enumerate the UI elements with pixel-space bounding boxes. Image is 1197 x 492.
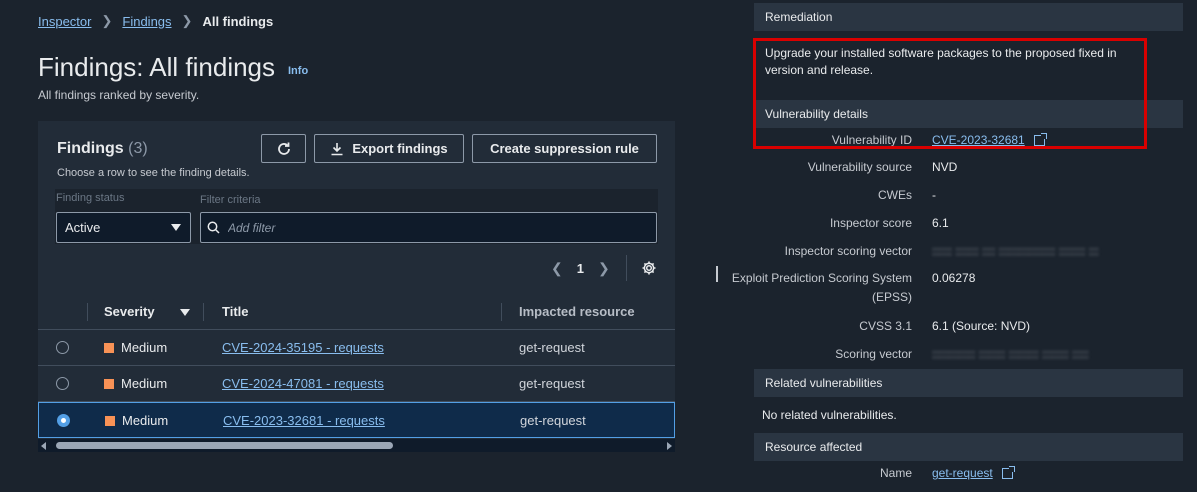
inspector-scoring-vector-label: Inspector scoring vector <box>784 244 912 258</box>
scroll-right-icon[interactable] <box>667 442 672 450</box>
finding-title-link[interactable]: CVE-2024-35195 - requests <box>222 340 384 355</box>
resource-name-link[interactable]: get-request <box>932 466 993 480</box>
resource-name-label: Name <box>879 466 912 480</box>
findings-count: (3) <box>128 140 148 157</box>
resource-affected-header: Resource affected <box>754 433 1183 461</box>
column-divider <box>87 303 88 321</box>
page-number[interactable]: 1 <box>577 261 584 276</box>
vulnerability-source-value: NVD <box>932 160 958 174</box>
horizontal-scrollbar[interactable] <box>38 439 675 452</box>
scoring-vector-value-redacted: ::::::::::::: :::::::: ::::::::: :::::::… <box>932 347 1089 361</box>
export-findings-label: Export findings <box>352 141 448 156</box>
impacted-resource: get-request <box>520 413 586 428</box>
download-icon <box>331 142 343 155</box>
create-suppression-rule-label: Create suppression rule <box>490 141 639 156</box>
severity-label: Medium <box>121 376 168 391</box>
epss-value: 0.06278 <box>932 271 976 285</box>
finding-status-label: Finding status <box>56 192 125 204</box>
filter-input[interactable] <box>228 220 628 235</box>
table-row[interactable]: Medium CVE-2024-35195 - requests get-req… <box>38 330 675 366</box>
severity-label: Medium <box>122 413 169 428</box>
findings-heading: Findings (3) <box>57 140 148 158</box>
column-divider <box>501 303 502 321</box>
breadcrumb-current: All findings <box>202 13 274 29</box>
table-header-row: Severity Title Impacted resource <box>38 293 675 330</box>
chevron-right-icon[interactable]: ❯ <box>598 260 610 277</box>
epss-label: Exploit Prediction Scoring System (EPSS) <box>731 271 912 304</box>
findings-table-container: Findings (3) Choose a row to see the fin… <box>38 121 675 452</box>
impacted-resource: get-request <box>519 376 585 391</box>
table-row-selected[interactable]: Medium CVE-2023-32681 - requests get-req… <box>38 402 675 438</box>
row-radio[interactable] <box>56 377 69 390</box>
scrollbar-thumb[interactable] <box>56 442 393 449</box>
vulnerability-source-label: Vulnerability source <box>807 160 912 174</box>
chevron-left-icon[interactable]: ❮ <box>551 260 563 277</box>
breadcrumb-findings-link[interactable]: Findings <box>122 14 171 29</box>
chevron-right-icon: ❯ <box>101 13 113 28</box>
pagination: ❮ 1 ❯ <box>551 255 657 281</box>
filter-criteria-label: Filter criteria <box>200 194 261 206</box>
caret-down-icon <box>171 224 181 231</box>
pager-divider <box>625 255 627 281</box>
scroll-left-icon[interactable] <box>41 442 46 450</box>
filter-bar: Finding status Filter criteria Active <box>55 189 658 244</box>
external-link-icon[interactable] <box>1002 466 1016 480</box>
impacted-resource: get-request <box>519 340 585 355</box>
scoring-vector-label: Scoring vector <box>835 347 912 361</box>
severity-header[interactable]: Severity <box>104 304 155 319</box>
findings-heading-label: Findings <box>57 140 124 157</box>
findings-table: Severity Title Impacted resource Medium … <box>38 293 675 438</box>
findings-list-pane: Inspector ❯ Findings ❯ All findings Find… <box>0 0 710 492</box>
chevron-right-icon: ❯ <box>181 13 193 28</box>
title-header[interactable]: Title <box>222 304 249 319</box>
severity-medium-icon <box>104 343 114 353</box>
refresh-icon <box>277 142 290 155</box>
row-radio[interactable] <box>56 341 69 354</box>
refresh-button[interactable] <box>261 134 306 163</box>
inspector-scoring-vector-value-redacted: :::::: ::::::: :::: ::::::::::::::::: ::… <box>932 244 1099 258</box>
severity-label: Medium <box>121 340 168 355</box>
breadcrumb: Inspector ❯ Findings ❯ All findings <box>38 13 273 29</box>
page-title: Findings: All findings <box>38 52 276 82</box>
split-panel-resize-handle[interactable] <box>716 266 718 282</box>
finding-status-value: Active <box>65 220 101 235</box>
finding-title-link[interactable]: CVE-2024-47081 - requests <box>222 376 384 391</box>
search-icon <box>207 221 220 234</box>
finding-status-select[interactable]: Active <box>56 212 191 243</box>
row-radio-selected[interactable] <box>57 414 70 427</box>
resource-name-value: get-request <box>932 466 1016 480</box>
breadcrumb-inspector-link[interactable]: Inspector <box>38 14 91 29</box>
page-description: All findings ranked by severity. <box>38 88 200 102</box>
highlight-annotation-box <box>753 38 1147 149</box>
remediation-header: Remediation <box>754 3 1183 31</box>
table-row[interactable]: Medium CVE-2024-47081 - requests get-req… <box>38 366 675 402</box>
finding-title-link[interactable]: CVE-2023-32681 - requests <box>223 413 385 428</box>
create-suppression-rule-button[interactable]: Create suppression rule <box>472 134 657 163</box>
severity-medium-icon <box>105 416 115 426</box>
inspector-score-label: Inspector score <box>829 216 912 230</box>
column-divider <box>203 303 204 321</box>
severity-medium-icon <box>104 379 114 389</box>
impacted-resource-header[interactable]: Impacted resource <box>519 304 635 319</box>
export-findings-button[interactable]: Export findings <box>314 134 464 163</box>
cvss-label: CVSS 3.1 <box>859 319 912 333</box>
related-vulnerabilities-header: Related vulnerabilities <box>754 369 1183 397</box>
filter-input-wrapper <box>200 212 657 243</box>
cwes-label: CWEs <box>878 188 912 202</box>
gear-icon[interactable] <box>641 260 657 276</box>
info-link[interactable]: Info <box>288 65 308 77</box>
cwes-value: - <box>932 188 936 202</box>
cvss-value: 6.1 (Source: NVD) <box>932 319 1031 333</box>
finding-details-pane: Remediation Upgrade your installed softw… <box>730 0 1197 492</box>
findings-description: Choose a row to see the finding details. <box>57 167 250 179</box>
sort-desc-icon[interactable] <box>180 309 190 316</box>
related-vulnerabilities-text: No related vulnerabilities. <box>762 408 897 422</box>
inspector-score-value: 6.1 <box>932 216 949 230</box>
